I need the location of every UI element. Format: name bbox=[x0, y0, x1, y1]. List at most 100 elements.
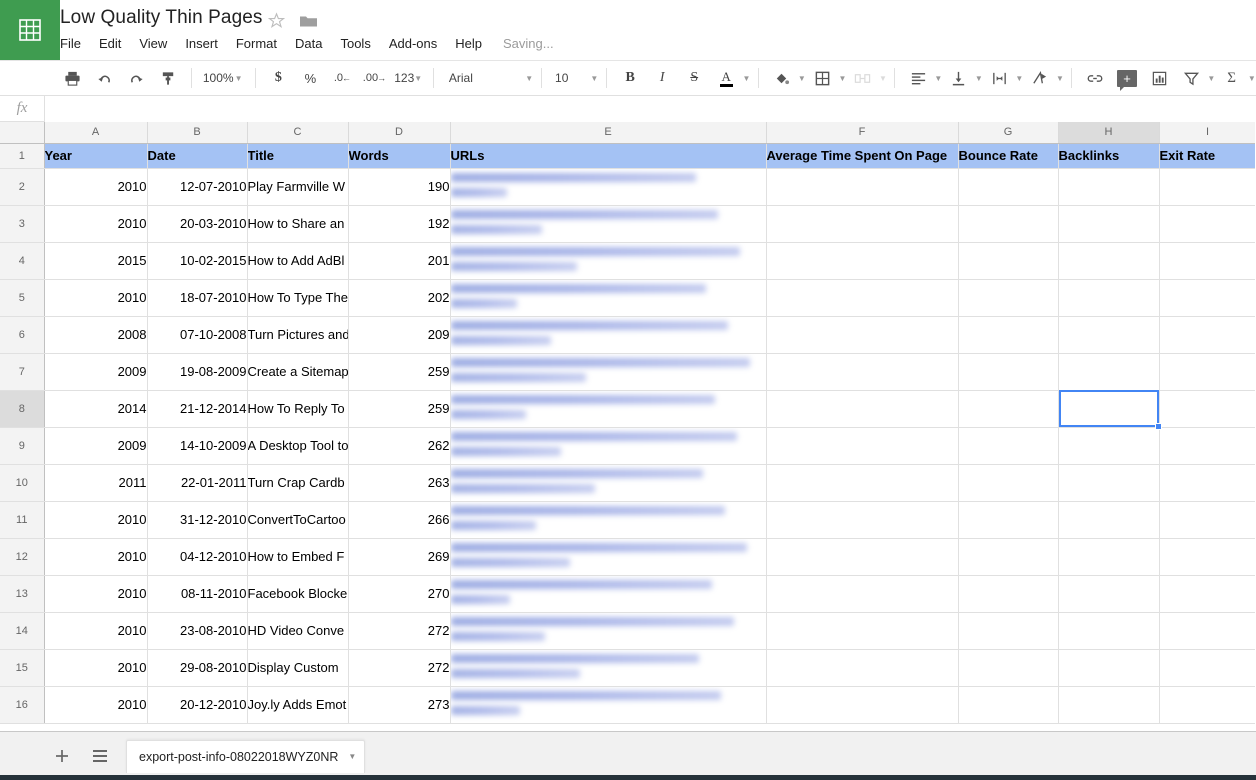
cell-d4[interactable]: 201 bbox=[348, 242, 451, 280]
cell-g5[interactable] bbox=[958, 279, 1059, 317]
cell-g14[interactable] bbox=[958, 612, 1059, 650]
column-header-g[interactable]: G bbox=[958, 122, 1059, 144]
cell-a14[interactable]: 2010 bbox=[44, 612, 148, 650]
menu-edit[interactable]: Edit bbox=[90, 36, 130, 51]
cell-f10[interactable] bbox=[766, 464, 959, 502]
column-header-h[interactable]: H bbox=[1058, 122, 1160, 144]
cell-f9[interactable] bbox=[766, 427, 959, 465]
cell-i5[interactable] bbox=[1159, 279, 1256, 317]
cell-f1[interactable]: Average Time Spent On Page bbox=[766, 143, 959, 169]
cell-d6[interactable]: 209 bbox=[348, 316, 451, 354]
cell-e9-url-redacted[interactable] bbox=[450, 427, 767, 465]
cell-b14[interactable]: 23-08-2010 bbox=[147, 612, 248, 650]
cell-a12[interactable]: 2010 bbox=[44, 538, 148, 576]
cell-f15[interactable] bbox=[766, 649, 959, 687]
cell-a11[interactable]: 2010 bbox=[44, 501, 148, 539]
cell-h9[interactable] bbox=[1058, 427, 1160, 465]
row-header-11[interactable]: 11 bbox=[0, 501, 45, 539]
cell-e5-url-redacted[interactable] bbox=[450, 279, 767, 317]
row-header-3[interactable]: 3 bbox=[0, 205, 45, 243]
cell-b8[interactable]: 21-12-2014 bbox=[147, 390, 248, 428]
cell-h1[interactable]: Backlinks bbox=[1058, 143, 1160, 169]
horizontal-align-icon[interactable] bbox=[905, 65, 931, 91]
cell-b13[interactable]: 08-11-2010 bbox=[147, 575, 248, 613]
cell-d14[interactable]: 272 bbox=[348, 612, 451, 650]
cell-g9[interactable] bbox=[958, 427, 1059, 465]
cell-f6[interactable] bbox=[766, 316, 959, 354]
spreadsheet-grid[interactable]: A B C D E F G H I 1 Year Date Title Word… bbox=[0, 122, 1256, 731]
cell-b10[interactable]: 22-01-2011 bbox=[147, 464, 248, 502]
cell-h15[interactable] bbox=[1058, 649, 1160, 687]
currency-format-button[interactable]: $ bbox=[265, 65, 291, 91]
row-header-13[interactable]: 13 bbox=[0, 575, 45, 613]
cell-e10-url-redacted[interactable] bbox=[450, 464, 767, 502]
cell-g11[interactable] bbox=[958, 501, 1059, 539]
cell-g1[interactable]: Bounce Rate bbox=[958, 143, 1059, 169]
cell-h2[interactable] bbox=[1058, 168, 1160, 206]
cell-i8[interactable] bbox=[1159, 390, 1256, 428]
cell-h16[interactable] bbox=[1058, 686, 1160, 724]
cell-c7[interactable]: Create a Sitemap bbox=[247, 353, 349, 391]
formula-input[interactable] bbox=[44, 95, 1256, 122]
row-header-1[interactable]: 1 bbox=[0, 143, 45, 169]
cell-d8[interactable]: 259 bbox=[348, 390, 451, 428]
chevron-down-icon[interactable]: ▼ bbox=[838, 74, 847, 83]
vertical-align-icon[interactable] bbox=[946, 65, 972, 91]
row-header-10[interactable]: 10 bbox=[0, 464, 45, 502]
cell-c12[interactable]: How to Embed F bbox=[247, 538, 349, 576]
chevron-down-icon[interactable]: ▼ bbox=[1015, 74, 1024, 83]
cell-a16[interactable]: 2010 bbox=[44, 686, 148, 724]
cell-h5[interactable] bbox=[1058, 279, 1160, 317]
cell-f2[interactable] bbox=[766, 168, 959, 206]
cell-c16[interactable]: Joy.ly Adds Emot bbox=[247, 686, 349, 724]
menu-help[interactable]: Help bbox=[446, 36, 491, 51]
cell-f3[interactable] bbox=[766, 205, 959, 243]
cell-g7[interactable] bbox=[958, 353, 1059, 391]
text-wrap-icon[interactable] bbox=[986, 65, 1012, 91]
cell-d5[interactable]: 202 bbox=[348, 279, 451, 317]
cell-h12[interactable] bbox=[1058, 538, 1160, 576]
cell-c5[interactable]: How To Type The bbox=[247, 279, 349, 317]
cell-i3[interactable] bbox=[1159, 205, 1256, 243]
sheets-logo[interactable] bbox=[0, 0, 60, 60]
cell-a10[interactable]: 2011 bbox=[44, 464, 148, 502]
cell-b7[interactable]: 19-08-2009 bbox=[147, 353, 248, 391]
cell-h4[interactable] bbox=[1058, 242, 1160, 280]
cell-c1[interactable]: Title bbox=[247, 143, 349, 169]
cell-d2[interactable]: 190 bbox=[348, 168, 451, 206]
cell-c3[interactable]: How to Share an bbox=[247, 205, 349, 243]
cell-d7[interactable]: 259 bbox=[348, 353, 451, 391]
cell-d11[interactable]: 266 bbox=[348, 501, 451, 539]
cell-i6[interactable] bbox=[1159, 316, 1256, 354]
cell-e7-url-redacted[interactable] bbox=[450, 353, 767, 391]
cell-a6[interactable]: 2008 bbox=[44, 316, 148, 354]
cell-d9[interactable]: 262 bbox=[348, 427, 451, 465]
cell-a7[interactable]: 2009 bbox=[44, 353, 148, 391]
cell-b11[interactable]: 31-12-2010 bbox=[147, 501, 248, 539]
cell-i15[interactable] bbox=[1159, 649, 1256, 687]
row-header-8[interactable]: 8 bbox=[0, 390, 45, 428]
cell-c11[interactable]: ConvertToCartoo bbox=[247, 501, 349, 539]
cell-g12[interactable] bbox=[958, 538, 1059, 576]
row-header-5[interactable]: 5 bbox=[0, 279, 45, 317]
cell-h7[interactable] bbox=[1058, 353, 1160, 391]
cell-f14[interactable] bbox=[766, 612, 959, 650]
increase-decimal-button[interactable]: .00 → bbox=[361, 65, 387, 91]
cell-b1[interactable]: Date bbox=[147, 143, 248, 169]
cell-c14[interactable]: HD Video Conve bbox=[247, 612, 349, 650]
cell-e13-url-redacted[interactable] bbox=[450, 575, 767, 613]
cell-a5[interactable]: 2010 bbox=[44, 279, 148, 317]
filter-icon[interactable] bbox=[1178, 65, 1204, 91]
cell-b5[interactable]: 18-07-2010 bbox=[147, 279, 248, 317]
cell-i12[interactable] bbox=[1159, 538, 1256, 576]
select-all-corner[interactable] bbox=[0, 122, 45, 144]
cell-a13[interactable]: 2010 bbox=[44, 575, 148, 613]
borders-icon[interactable] bbox=[809, 65, 835, 91]
cell-a4[interactable]: 2015 bbox=[44, 242, 148, 280]
cell-a8[interactable]: 2014 bbox=[44, 390, 148, 428]
cell-i9[interactable] bbox=[1159, 427, 1256, 465]
row-header-9[interactable]: 9 bbox=[0, 427, 45, 465]
row-header-12[interactable]: 12 bbox=[0, 538, 45, 576]
cell-g2[interactable] bbox=[958, 168, 1059, 206]
cell-b9[interactable]: 14-10-2009 bbox=[147, 427, 248, 465]
